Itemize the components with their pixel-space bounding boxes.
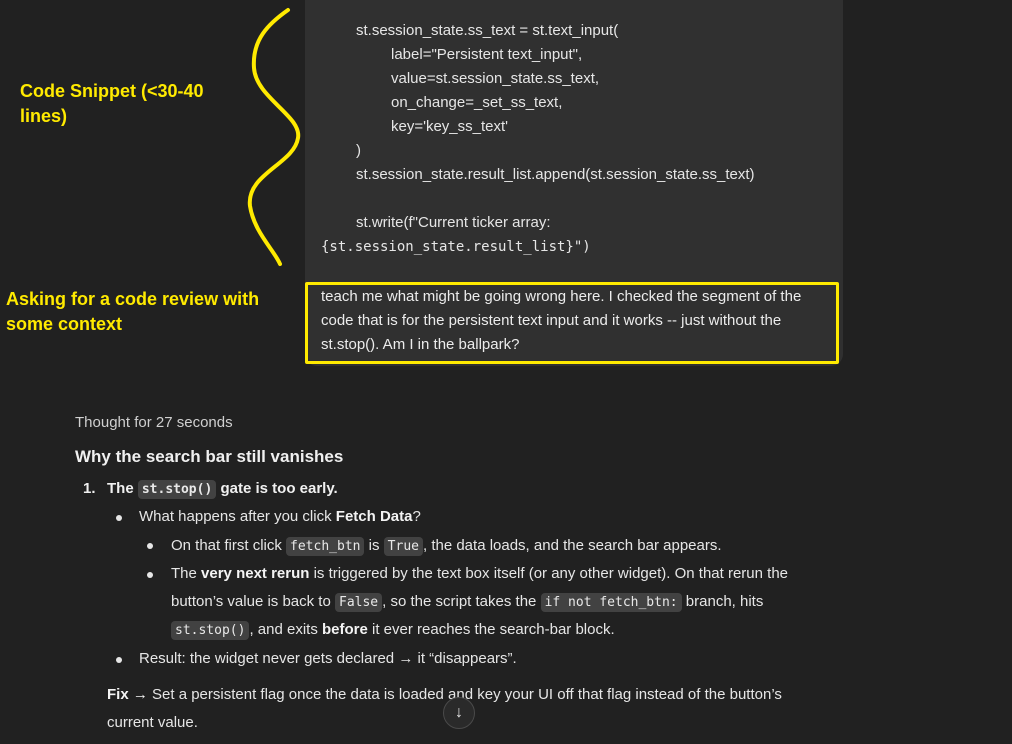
- bullet: [116, 657, 122, 663]
- scroll-down-button[interactable]: ↓: [443, 697, 475, 729]
- code-line: value=st.session_state.ss_text,: [391, 70, 600, 87]
- inline-code: False: [335, 593, 383, 612]
- list-item-1: The st.stop() gate is too early.: [107, 480, 338, 499]
- list-number: 1.: [83, 480, 96, 497]
- bullet: [147, 543, 153, 549]
- arrow-down-icon: ↓: [455, 704, 463, 721]
- code-line: st.session_state.ss_text = st.text_input…: [356, 22, 619, 39]
- fix-paragraph-line2: current value.: [107, 714, 198, 731]
- inline-code: fetch_btn: [286, 537, 365, 556]
- list-item-fetch: What happens after you click Fetch Data?: [139, 508, 421, 525]
- annotation-code-snippet: Code Snippet (<30-40 lines): [20, 81, 204, 126]
- inline-code: st.stop(): [137, 480, 217, 499]
- code-line: key='key_ss_text': [391, 118, 509, 135]
- inline-code: if not fetch_btn:: [540, 593, 682, 612]
- code-line: st.session_state.result_list.append(st.s…: [356, 166, 755, 183]
- fix-paragraph: Fix → Set a persistent flag once the dat…: [107, 686, 782, 703]
- list-item-next-rerun-line3: st.stop(), and exits before it ever reac…: [171, 619, 615, 642]
- code-line: st.write(f"Current ticker array:: [356, 214, 551, 231]
- list-item-first-click: On that first click fetch_btn is True, t…: [171, 537, 722, 556]
- list-item-next-rerun: The very next rerun is triggered by the …: [171, 565, 788, 582]
- curly-brace-annotation: [247, 8, 301, 266]
- code-line: on_change=_set_ss_text,: [391, 94, 563, 111]
- inline-code: st.stop(): [171, 621, 250, 640]
- response-heading: Why the search bar still vanishes: [75, 447, 344, 466]
- list-item-result: Result: the widget never gets declared →…: [139, 650, 517, 667]
- thought-duration[interactable]: Thought for 27 seconds: [75, 414, 233, 431]
- user-message-text: teach me what might be going wrong here.…: [321, 288, 802, 353]
- inline-code: True: [383, 537, 423, 556]
- bullet: [116, 515, 122, 521]
- code-line: label="Persistent text_input",: [391, 46, 583, 63]
- annotation-code-review: Asking for a code review with some conte…: [6, 289, 260, 334]
- code-line: {st.session_state.result_list}"): [321, 239, 591, 255]
- code-line: ): [356, 142, 361, 159]
- list-item-next-rerun-line2: button’s value is back to False, so the …: [171, 593, 764, 612]
- bullet: [147, 572, 153, 578]
